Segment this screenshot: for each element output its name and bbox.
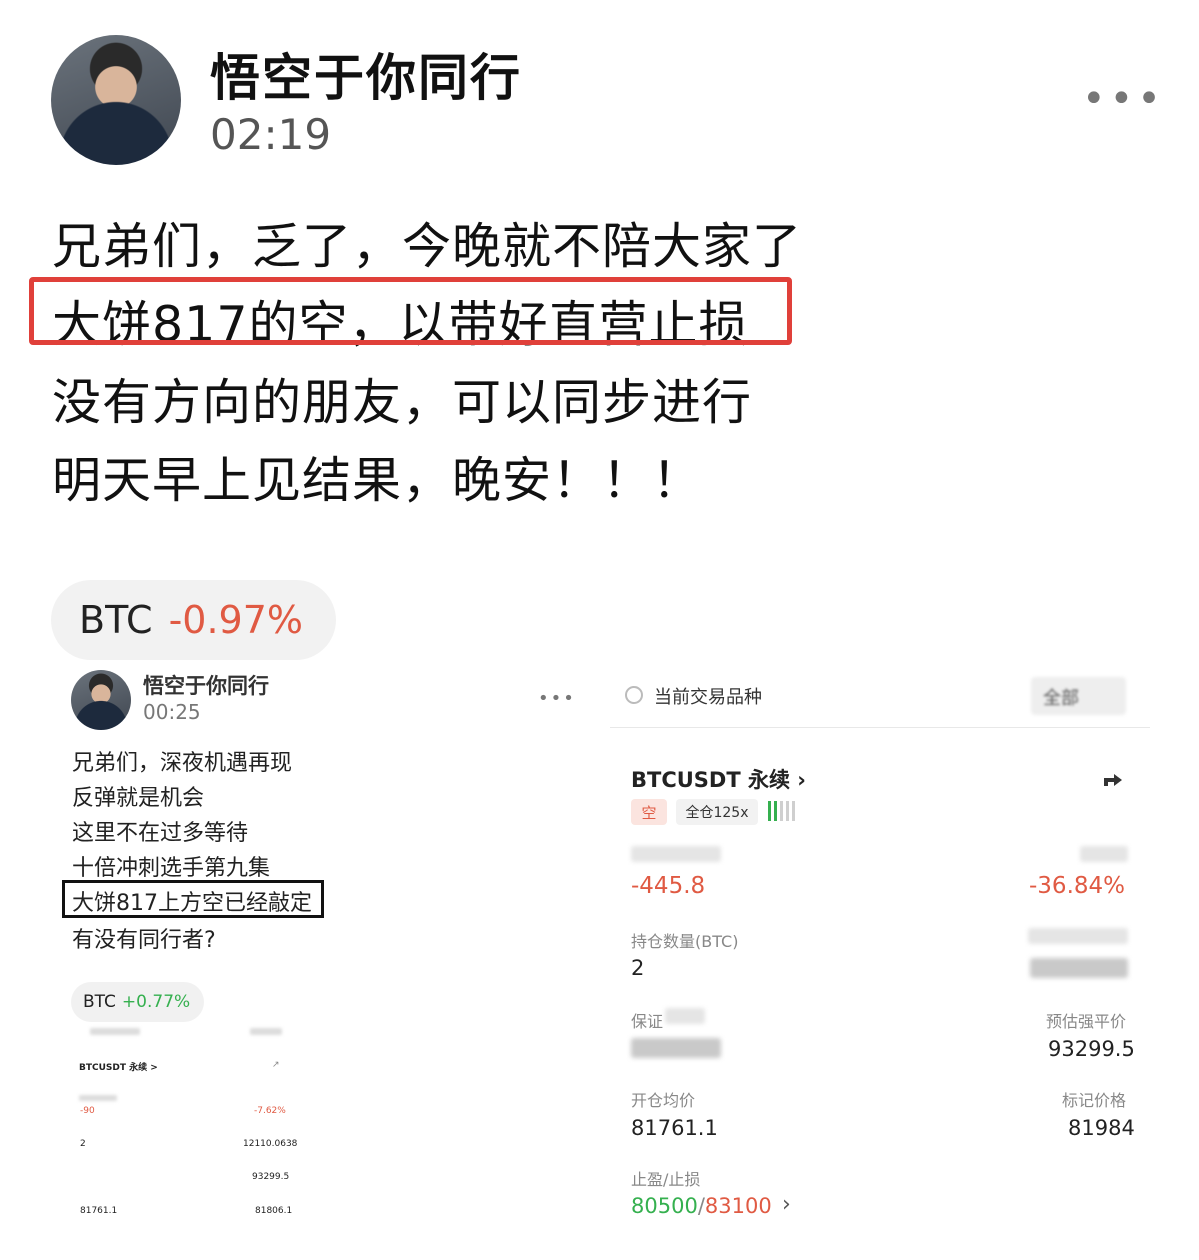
embedded-post-time: 00:25 <box>143 700 201 724</box>
share-icon[interactable] <box>1100 764 1126 790</box>
embedded-more-icon: ••• <box>538 688 576 709</box>
blurred-roi-label <box>1080 846 1128 862</box>
post-time: 02:19 <box>210 110 332 159</box>
mini-liq: 93299.5 <box>252 1172 290 1182</box>
take-profit-price: 80500 <box>631 1194 698 1218</box>
blurred-margin-label <box>665 1008 705 1024</box>
mark-price: 81984 <box>1068 1116 1135 1140</box>
mini-pnl: -90 <box>80 1106 95 1116</box>
blurred-margin-value <box>631 1038 721 1058</box>
post-line-1: 兄弟们，乏了，今晚就不陪大家了 <box>52 218 803 275</box>
mini-contract: BTCUSDT 永续 > <box>79 1063 158 1073</box>
chevron-right-icon[interactable]: › <box>782 1192 791 1217</box>
current-symbol-filter[interactable]: 当前交易品种 <box>654 683 762 709</box>
entry-label: 开仓均价 <box>631 1091 696 1110</box>
ticker-change: -0.97% <box>168 598 304 642</box>
author-avatar[interactable] <box>51 35 181 165</box>
ticker-symbol: BTC <box>79 598 153 642</box>
mini-blurred-button <box>250 1028 282 1035</box>
qty-value: 2 <box>631 956 645 980</box>
mini-blurred-label <box>79 1095 117 1101</box>
embedded-line-1: 兄弟们，深夜机遇再现 <box>72 751 293 776</box>
embedded-line-6: 有没有同行者? <box>72 928 216 953</box>
contract-title[interactable]: BTCUSDT 永续 › <box>631 764 806 794</box>
unrealized-pnl: -445.8 <box>631 873 706 899</box>
highlight-box <box>29 277 792 345</box>
embedded-line-3: 这里不在过多等待 <box>72 821 249 846</box>
embedded-ticker-pill: BTC +0.77% <box>71 982 204 1022</box>
blurred-right-value <box>1030 958 1128 978</box>
post-line-4: 明天早上见结果，晚安！！！ <box>52 452 703 509</box>
embedded-author-avatar <box>71 670 131 730</box>
side-tag: 空 <box>631 799 667 825</box>
liq-price: 93299.5 <box>1048 1037 1135 1061</box>
mini-qty: 2 <box>80 1139 86 1149</box>
divider <box>610 727 1150 728</box>
roi-value: -36.84% <box>1029 873 1125 899</box>
radio-icon[interactable] <box>625 686 643 704</box>
margin-tag: 全仓125x <box>676 799 758 825</box>
tpsl-values[interactable]: 80500/83100 <box>631 1194 772 1218</box>
liq-label: 预估强平价 <box>1046 1012 1127 1031</box>
qty-label: 持仓数量(BTC) <box>631 932 739 951</box>
signal-bars-icon <box>768 801 795 821</box>
mini-blurred-filter <box>90 1028 140 1035</box>
tpsl-separator: / <box>697 1194 705 1218</box>
embedded-ticker-symbol: BTC <box>83 992 116 1012</box>
blurred-right-label <box>1028 928 1128 944</box>
margin-label: 保证 <box>631 1012 664 1031</box>
mini-roi: -7.62% <box>254 1106 286 1116</box>
tpsl-label: 止盈/止损 <box>631 1170 701 1189</box>
blurred-pnl-label <box>631 846 721 862</box>
filter-all-label: 全部 <box>1043 688 1079 709</box>
mini-entry: 81761.1 <box>80 1206 118 1216</box>
mini-mid-right: 12110.0638 <box>243 1139 298 1149</box>
embedded-author-name: 悟空于你同行 <box>143 674 269 698</box>
embedded-ticker-change: +0.77% <box>121 992 191 1012</box>
embedded-highlight-box <box>62 880 324 918</box>
mini-share-icon: ↗ <box>272 1060 280 1070</box>
mini-mark: 81806.1 <box>255 1206 293 1216</box>
btc-ticker-pill[interactable]: BTC -0.97% <box>51 580 336 660</box>
embedded-line-2: 反弹就是机会 <box>72 786 205 811</box>
stop-loss-price: 83100 <box>704 1194 772 1218</box>
more-options-icon[interactable]: ••• <box>1082 79 1165 119</box>
author-name[interactable]: 悟空于你同行 <box>210 38 522 110</box>
entry-price: 81761.1 <box>631 1116 718 1140</box>
post-line-3: 没有方向的朋友，可以同步进行 <box>52 374 753 431</box>
embedded-line-4: 十倍冲刺选手第九集 <box>72 856 271 881</box>
mark-label: 标记价格 <box>1062 1091 1127 1110</box>
